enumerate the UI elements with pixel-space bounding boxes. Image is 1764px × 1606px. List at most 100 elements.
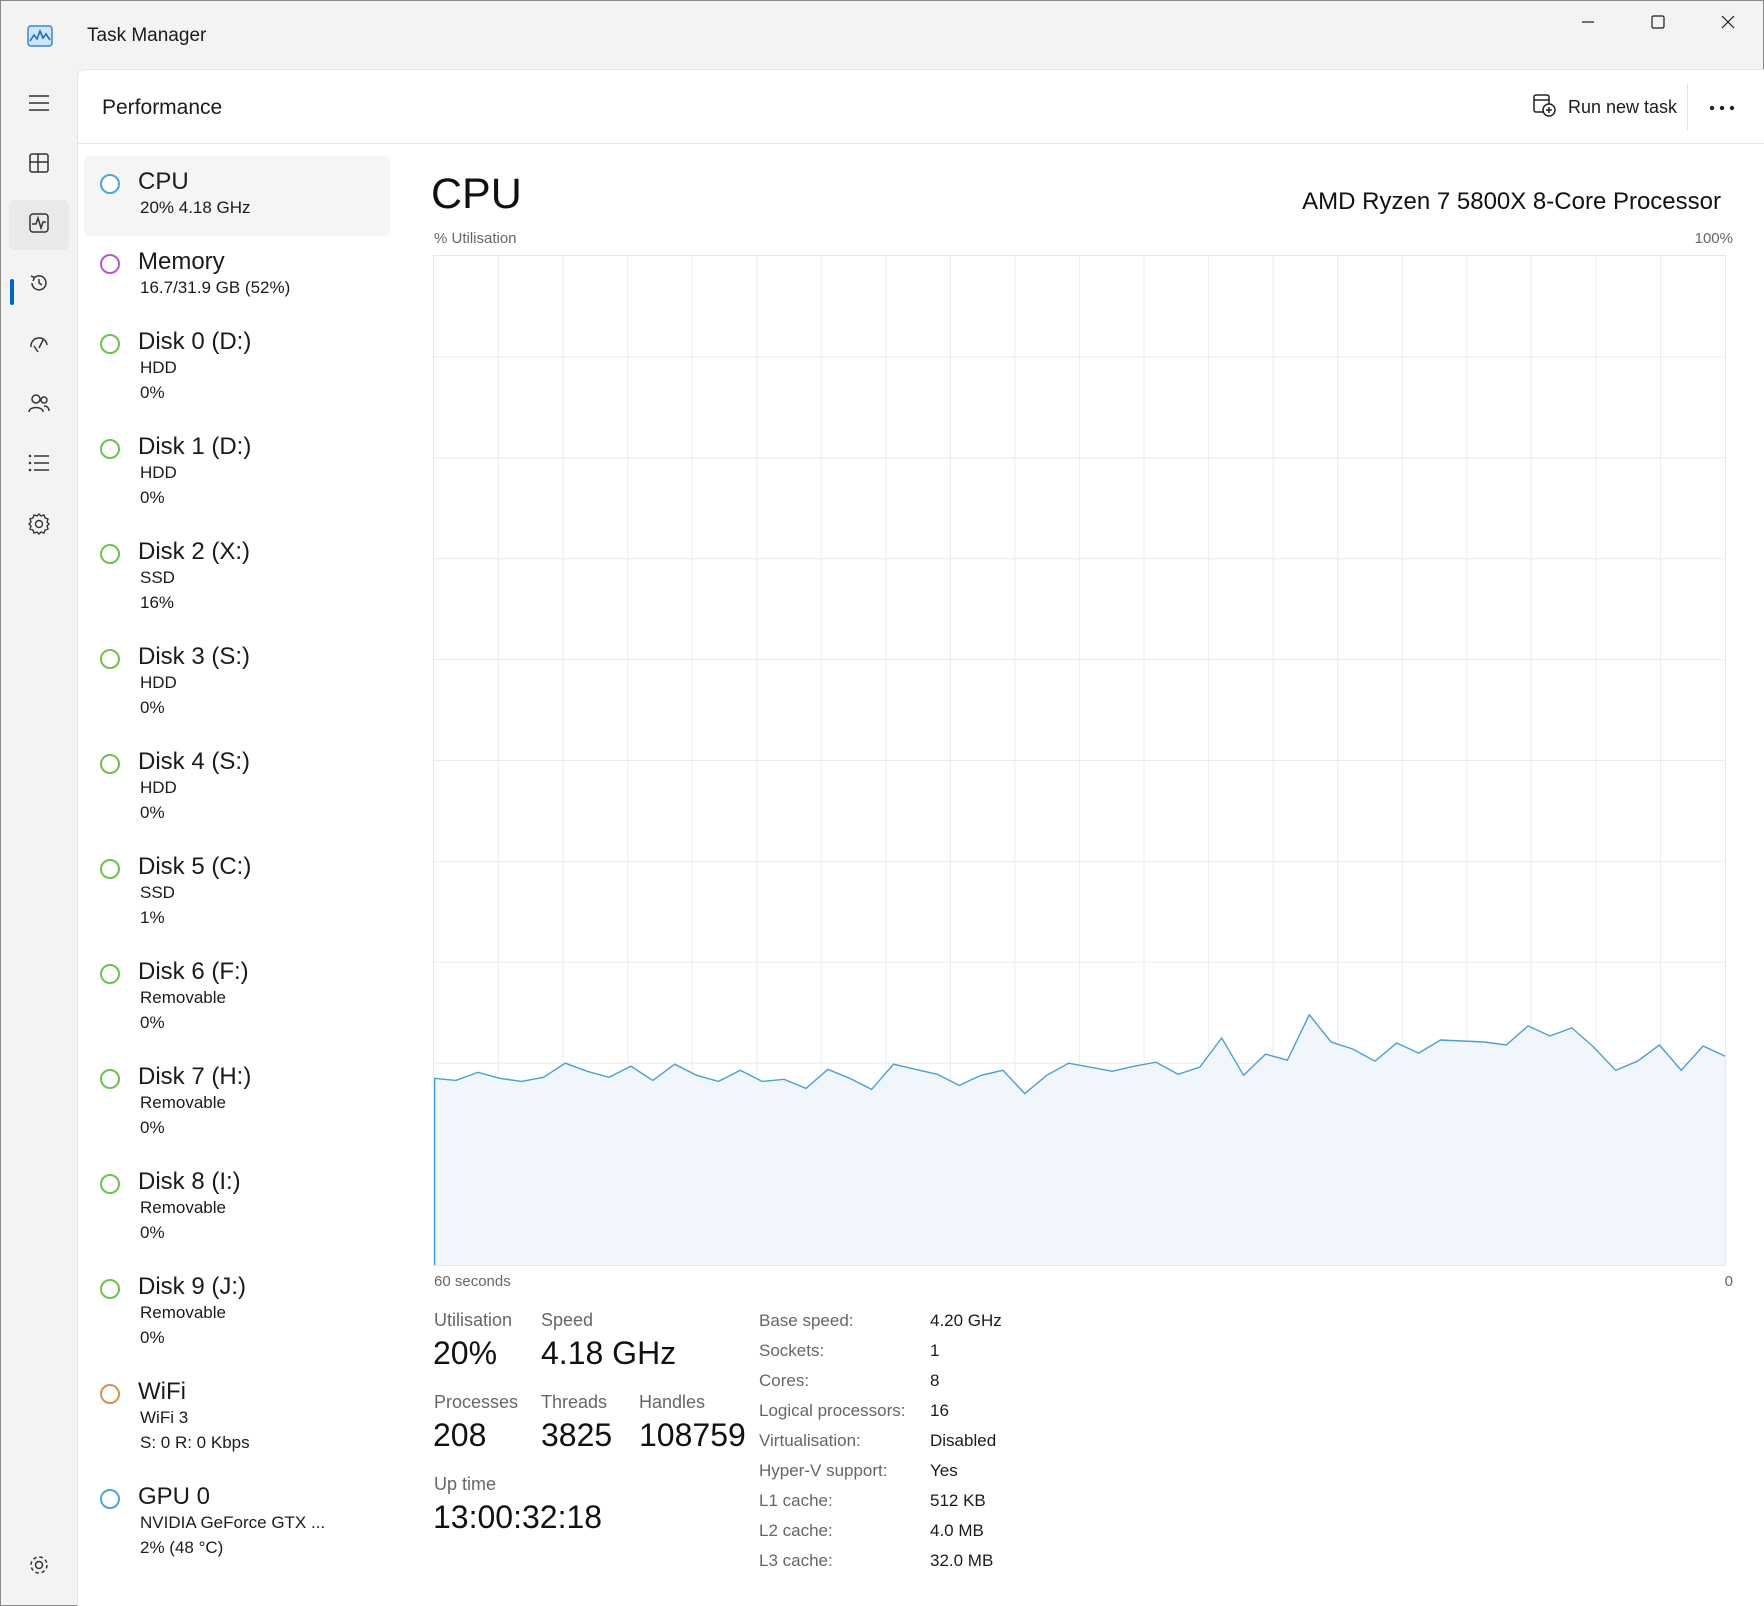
uptime-value: 13:00:32:18	[433, 1499, 603, 1535]
resource-item[interactable]: Disk 8 (I:) Removable 0%	[84, 1156, 390, 1261]
page-header: Performance Run new task	[78, 70, 1764, 144]
resource-detail: Removable	[140, 1303, 226, 1322]
resource-item[interactable]: Disk 7 (H:) Removable 0%	[84, 1051, 390, 1156]
users-icon	[27, 392, 51, 419]
resource-item[interactable]: Disk 6 (F:) Removable 0%	[84, 946, 390, 1051]
graph-x-right-label: 0	[1724, 1273, 1733, 1290]
resource-name: Memory	[138, 248, 225, 275]
utilisation-label: Utilisation	[434, 1310, 513, 1330]
status-dot-icon	[100, 1279, 120, 1299]
uptime-label: Up time	[434, 1474, 497, 1494]
startup-apps-icon	[28, 332, 50, 359]
nav-performance[interactable]	[9, 200, 69, 250]
threads-label: Threads	[541, 1392, 608, 1412]
resource-detail: S: 0 R: 0 Kbps	[140, 1433, 250, 1452]
resource-name: Disk 7 (H:)	[138, 1063, 252, 1090]
task-manager-app-icon	[27, 25, 53, 47]
resource-item[interactable]: Disk 0 (D:) HDD 0%	[84, 316, 390, 421]
hamburger-menu-button[interactable]	[9, 80, 69, 130]
resource-detail: 0%	[140, 1328, 165, 1347]
resource-item[interactable]: Disk 2 (X:) SSD 16%	[84, 526, 390, 631]
resource-detail: 0%	[140, 1223, 165, 1242]
spec-label: L3 cache:	[759, 1551, 833, 1570]
minimize-icon	[1580, 14, 1596, 35]
spec-value: 8	[930, 1371, 940, 1390]
nav-details[interactable]	[9, 440, 69, 490]
resource-item[interactable]: Disk 5 (C:) SSD 1%	[84, 841, 390, 946]
nav-services[interactable]	[9, 500, 69, 550]
cpu-model-name: AMD Ryzen 7 5800X 8-Core Processor	[1302, 188, 1721, 215]
settings-icon	[28, 1554, 50, 1581]
spec-label: L2 cache:	[759, 1521, 833, 1540]
status-dot-icon	[100, 1489, 120, 1509]
more-options-button[interactable]	[1700, 88, 1744, 126]
details-icon	[28, 454, 50, 477]
resource-name: Disk 1 (D:)	[138, 433, 252, 460]
status-dot-icon	[100, 1384, 120, 1404]
resource-detail: 0%	[140, 1118, 165, 1137]
spec-label: Hyper-V support:	[759, 1461, 888, 1480]
hamburger-icon	[28, 94, 50, 117]
minimize-button[interactable]	[1554, 1, 1622, 47]
resource-detail: 0%	[140, 1013, 165, 1032]
resource-detail: NVIDIA GeForce GTX ...	[140, 1513, 326, 1532]
run-new-task-button[interactable]: Run new task	[1520, 86, 1689, 128]
close-button[interactable]	[1694, 1, 1762, 47]
resource-name: Disk 3 (S:)	[138, 643, 251, 670]
spec-value: 4.0 MB	[930, 1521, 984, 1540]
resource-name: WiFi	[138, 1378, 186, 1405]
resource-item[interactable]: Disk 4 (S:) HDD 0%	[84, 736, 390, 841]
spec-label: Sockets:	[759, 1341, 825, 1360]
title-bar[interactable]: Task Manager	[1, 1, 1763, 69]
spec-label: Logical processors:	[759, 1401, 906, 1420]
status-dot-icon	[100, 1174, 120, 1194]
resource-name: Disk 5 (C:)	[138, 853, 252, 880]
nav-users[interactable]	[9, 380, 69, 430]
processes-label: Processes	[434, 1392, 519, 1412]
cpu-graph-svg	[433, 256, 1726, 1265]
run-new-task-icon	[1532, 93, 1556, 122]
status-dot-icon	[100, 334, 120, 354]
resource-item[interactable]: Memory 16.7/31.9 GB (52%)	[84, 236, 390, 316]
resource-detail: Removable	[140, 988, 226, 1007]
services-icon	[27, 511, 51, 540]
spec-label: Base speed:	[759, 1311, 854, 1330]
resource-detail: 0%	[140, 383, 165, 402]
resource-detail: 16.7/31.9 GB (52%)	[140, 278, 291, 297]
resource-name: GPU 0	[138, 1483, 211, 1510]
resource-item[interactable]: Disk 1 (D:) HDD 0%	[84, 421, 390, 526]
spec-value: 16	[930, 1401, 949, 1420]
resource-detail: HDD	[140, 673, 177, 692]
resource-item[interactable]: CPU 20% 4.18 GHz	[84, 156, 390, 236]
resource-detail: HDD	[140, 358, 177, 377]
status-dot-icon	[100, 254, 120, 274]
nav-processes[interactable]	[9, 140, 69, 190]
resource-detail: Removable	[140, 1093, 226, 1112]
spec-value: Yes	[930, 1461, 958, 1480]
resource-item[interactable]: Disk 9 (J:) Removable 0%	[84, 1261, 390, 1366]
resource-name: Disk 4 (S:)	[138, 748, 251, 775]
resource-item[interactable]: GPU 0 NVIDIA GeForce GTX ... 2% (48 °C)	[84, 1471, 390, 1576]
status-dot-icon	[100, 859, 120, 879]
nav-app-history[interactable]	[9, 260, 69, 310]
cpu-heading: CPU	[431, 170, 522, 218]
resource-name: CPU	[138, 168, 189, 195]
status-dot-icon	[100, 754, 120, 774]
resource-detail: HDD	[140, 463, 177, 482]
nav-startup-apps[interactable]	[9, 320, 69, 370]
maximize-button[interactable]	[1624, 1, 1692, 47]
resource-item[interactable]: WiFi WiFi 3 S: 0 R: 0 Kbps	[84, 1366, 390, 1471]
header-divider	[1687, 84, 1688, 130]
speed-label: Speed	[541, 1310, 594, 1330]
resource-item[interactable]: Disk 3 (S:) HDD 0%	[84, 631, 390, 736]
resource-detail: SSD	[140, 883, 175, 902]
status-dot-icon	[100, 649, 120, 669]
status-dot-icon	[100, 1069, 120, 1089]
resource-detail: 16%	[140, 593, 175, 612]
nav-settings[interactable]	[9, 1542, 69, 1592]
spec-value: 1	[930, 1341, 940, 1360]
handles-label: Handles	[639, 1392, 706, 1412]
maximize-icon	[1650, 14, 1666, 35]
app-history-icon	[28, 272, 50, 299]
task-manager-window: Task Manager Performance Run new task CP…	[0, 0, 1764, 1606]
